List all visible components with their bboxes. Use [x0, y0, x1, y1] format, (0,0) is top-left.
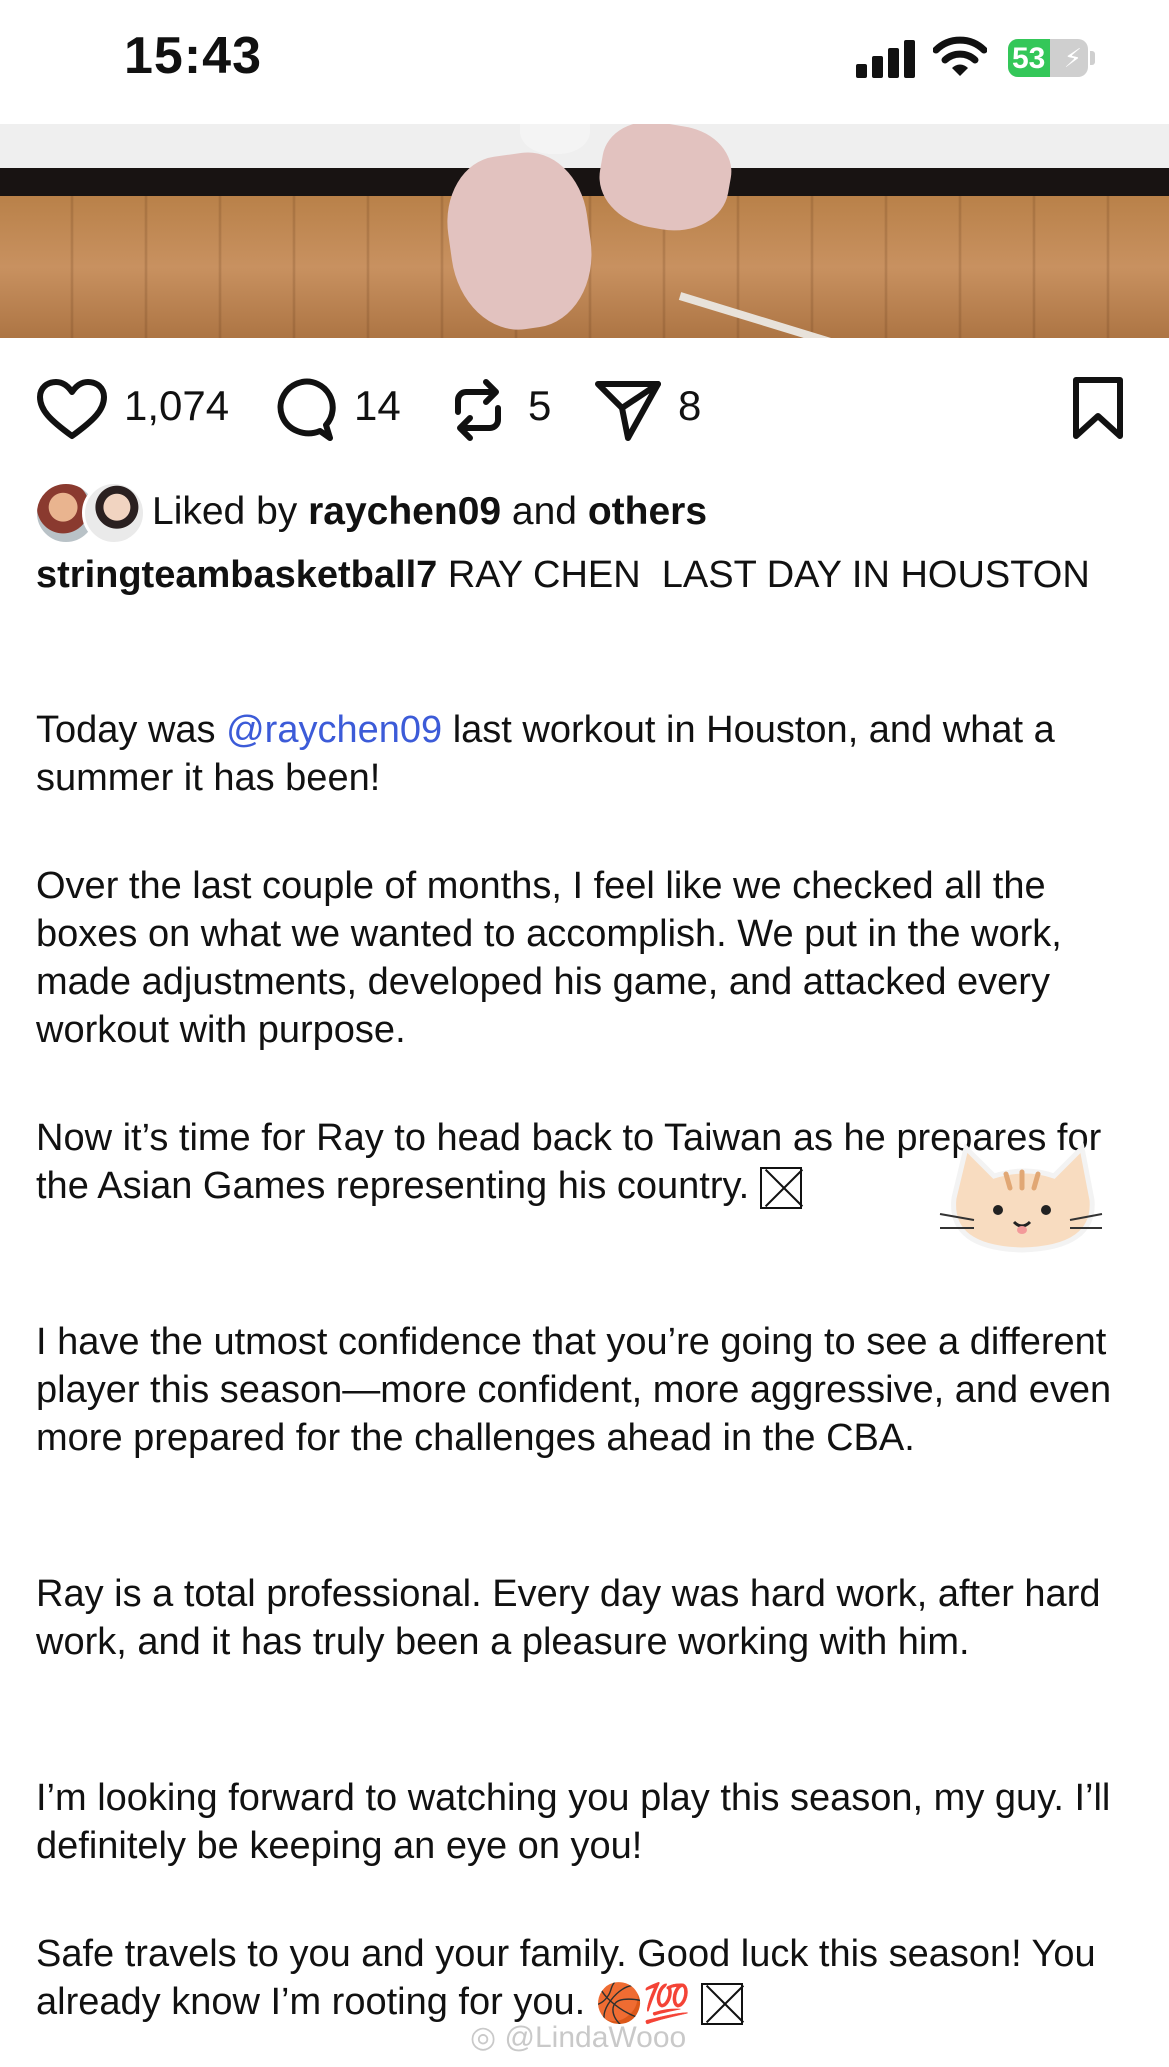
liked-by-prefix: Liked by — [152, 490, 298, 533]
caption-p1-before: Today was — [36, 709, 216, 751]
heart-icon[interactable] — [36, 378, 108, 442]
battery-charging-icon: 53 ⚡ — [1008, 39, 1088, 77]
status-bar: 15:43 53 ⚡ — [0, 0, 1169, 124]
post-image[interactable] — [0, 124, 1169, 338]
caption-paragraph-2: Over the last couple of months, I feel l… — [36, 865, 1062, 1051]
charging-bolt-icon: ⚡ — [1063, 43, 1082, 73]
weibo-icon: ◎ — [470, 2021, 497, 2054]
liked-by-others[interactable]: others — [588, 490, 707, 533]
comment-count[interactable]: 14 — [354, 382, 401, 430]
caption-paragraph-4: I have the utmost confidence that you’re… — [36, 1321, 1112, 1459]
post-actions: 1,074 14 5 8 — [0, 370, 1169, 450]
caption-paragraph-5: Ray is a total professional. Every day w… — [36, 1573, 1101, 1663]
caption-paragraph-7: Safe travels to you and your family. Goo… — [36, 1930, 1146, 2028]
watermark: ◎ @LindaWooo — [470, 2020, 686, 2055]
share-icon[interactable] — [594, 378, 662, 442]
status-time: 15:43 — [124, 27, 262, 85]
like-count[interactable]: 1,074 — [124, 382, 229, 430]
repost-icon[interactable] — [448, 376, 508, 444]
liked-by-user[interactable]: raychen09 — [308, 490, 501, 533]
photo-baseboard — [0, 168, 1169, 196]
battery-cap — [1090, 51, 1095, 65]
cat-sticker-icon — [939, 1142, 1103, 1253]
caption-paragraph-6: I’m looking forward to watching you play… — [36, 1777, 1111, 1867]
author-username[interactable]: stringteambasketball7 — [36, 554, 437, 596]
share-count[interactable]: 8 — [678, 382, 701, 430]
repost-count[interactable]: 5 — [528, 382, 551, 430]
battery-percent: 53 — [1012, 42, 1046, 75]
cellular-signal-icon — [856, 38, 916, 78]
liked-by-text[interactable]: Liked by raychen09 and others — [152, 490, 707, 534]
caption-p7-text: Safe travels to you and your family. Goo… — [36, 1933, 1096, 2023]
unsupported-glyph-icon — [700, 1982, 743, 2025]
unsupported-glyph-icon — [759, 1166, 802, 1209]
liked-by-and: and — [511, 490, 577, 533]
post-caption-header: stringteambasketball7 RAY CHEN LAST DAY … — [36, 551, 1136, 599]
comment-icon[interactable] — [268, 376, 336, 444]
watermark-text: @LindaWooo — [504, 2021, 687, 2054]
bookmark-icon[interactable] — [1070, 374, 1126, 442]
wifi-icon — [933, 36, 987, 76]
post-title-text: RAY CHEN LAST DAY IN HOUSTON — [447, 554, 1090, 596]
avatar[interactable] — [82, 481, 146, 545]
caption-paragraph-1: Today was @raychen09 last workout in Hou… — [36, 706, 1146, 802]
mention-link[interactable]: @raychen09 — [226, 709, 442, 751]
